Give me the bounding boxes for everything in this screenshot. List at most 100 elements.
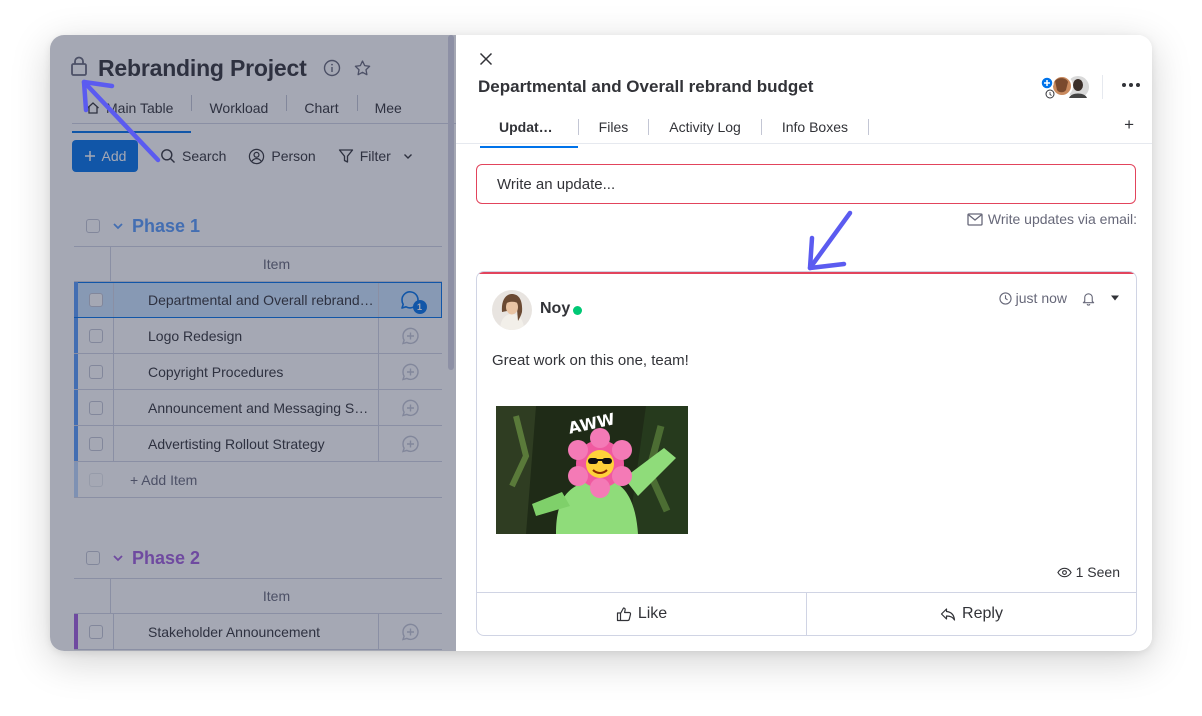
plus-icon bbox=[84, 150, 96, 162]
row-checkbox-cell bbox=[78, 390, 114, 425]
table-header: Item bbox=[74, 578, 442, 614]
tab-main-table[interactable]: Main Table bbox=[72, 93, 192, 133]
table-row[interactable]: Logo Redesign bbox=[74, 318, 442, 354]
item-name[interactable]: Stakeholder Announcement bbox=[114, 614, 378, 649]
like-button[interactable]: Like bbox=[477, 593, 806, 635]
item-name[interactable]: Announcement and Messaging S… bbox=[114, 390, 378, 425]
update-cell[interactable] bbox=[378, 354, 442, 389]
group-name[interactable]: Phase 2 bbox=[132, 548, 200, 569]
chevron-down-icon[interactable] bbox=[112, 552, 124, 564]
group-name[interactable]: Phase 1 bbox=[132, 216, 200, 237]
reply-button[interactable]: Reply bbox=[806, 593, 1136, 635]
update-post: Noy just now Great work on this one, tea… bbox=[476, 271, 1137, 636]
row-checkbox-cell bbox=[78, 282, 114, 317]
post-time: just now bbox=[1015, 290, 1067, 306]
add-item-row[interactable]: + Add Item bbox=[74, 462, 442, 498]
row-checkbox-cell bbox=[78, 426, 114, 461]
post-gif-image[interactable]: AWW bbox=[496, 406, 688, 534]
update-count-badge: 1 bbox=[412, 299, 427, 314]
subscribers-avatars[interactable] bbox=[1038, 73, 1094, 101]
update-cell[interactable] bbox=[378, 614, 442, 649]
more-options-icon[interactable] bbox=[1122, 83, 1140, 87]
search-icon bbox=[160, 148, 176, 164]
item-name[interactable]: Advertisting Rollout Strategy bbox=[114, 426, 378, 461]
row-checkbox-cell bbox=[78, 318, 114, 353]
row-checkbox-cell bbox=[78, 614, 114, 649]
board-toolbar: Add Search Person Filter bbox=[72, 140, 413, 172]
board-view: Rebranding Project Main Table Workload C… bbox=[50, 35, 456, 651]
chevron-down-icon[interactable] bbox=[112, 220, 124, 232]
star-icon[interactable] bbox=[353, 59, 372, 78]
add-label: Add bbox=[101, 148, 127, 164]
column-header-item[interactable]: Item bbox=[110, 247, 442, 281]
add-update-icon bbox=[400, 398, 422, 418]
filter-label: Filter bbox=[359, 148, 391, 164]
group-color-bar bbox=[74, 282, 78, 317]
avatar[interactable] bbox=[492, 290, 532, 330]
group-checkbox[interactable] bbox=[86, 219, 100, 233]
update-cell[interactable]: 1 bbox=[378, 282, 442, 317]
scrollbar-thumb[interactable] bbox=[448, 35, 454, 370]
add-tab-button[interactable]: + bbox=[1124, 115, 1134, 135]
close-icon[interactable] bbox=[478, 51, 494, 72]
clock-icon bbox=[999, 291, 1012, 305]
write-update-placeholder: Write an update... bbox=[497, 175, 616, 193]
item-name[interactable]: Logo Redesign bbox=[114, 318, 378, 353]
update-cell[interactable] bbox=[378, 318, 442, 353]
post-meta: just now bbox=[999, 290, 1120, 306]
reply-label: Reply bbox=[962, 605, 1003, 622]
update-cell[interactable] bbox=[378, 426, 442, 461]
add-update-icon bbox=[400, 434, 422, 454]
row-checkbox[interactable] bbox=[88, 436, 103, 451]
tab-meetings[interactable]: Mee bbox=[356, 93, 420, 123]
item-name[interactable]: Departmental and Overall rebrand… bbox=[114, 282, 378, 317]
tab-activity-log[interactable]: Activity Log bbox=[649, 117, 761, 137]
table-row[interactable]: Stakeholder Announcement bbox=[74, 614, 442, 650]
tab-updates[interactable]: Updat… bbox=[480, 117, 578, 148]
row-checkbox[interactable] bbox=[88, 400, 103, 415]
write-update-input[interactable]: Write an update... bbox=[476, 164, 1136, 204]
panel-title[interactable]: Departmental and Overall rebrand budget bbox=[478, 77, 813, 97]
update-cell[interactable] bbox=[378, 390, 442, 425]
board-divider bbox=[72, 123, 456, 124]
tab-workload[interactable]: Workload bbox=[191, 93, 286, 123]
filter-icon bbox=[338, 148, 354, 164]
column-header-item[interactable]: Item bbox=[110, 579, 442, 613]
bell-icon[interactable] bbox=[1081, 291, 1096, 306]
row-checkbox[interactable] bbox=[88, 364, 103, 379]
row-checkbox[interactable] bbox=[88, 624, 103, 639]
table-row[interactable]: Copyright Procedures bbox=[74, 354, 442, 390]
row-checkbox[interactable] bbox=[88, 292, 103, 307]
table-row[interactable]: Advertisting Rollout Strategy bbox=[74, 426, 442, 462]
tab-files[interactable]: Files bbox=[579, 117, 649, 137]
info-icon[interactable] bbox=[323, 59, 341, 77]
group-color-bar bbox=[74, 426, 78, 461]
group-header-phase-1[interactable]: Phase 1 bbox=[86, 214, 200, 238]
email-updates-link[interactable]: Write updates via email: bbox=[967, 211, 1137, 227]
person-filter-button[interactable]: Person bbox=[248, 148, 316, 165]
caret-down-icon[interactable] bbox=[1110, 294, 1120, 302]
row-checkbox-cell bbox=[78, 354, 114, 389]
table-row[interactable]: Announcement and Messaging S… bbox=[74, 390, 442, 426]
tab-chart[interactable]: Chart bbox=[286, 93, 356, 123]
search-button[interactable]: Search bbox=[160, 148, 226, 164]
add-button[interactable]: Add bbox=[72, 140, 138, 172]
lock-icon bbox=[70, 56, 88, 81]
row-checkbox[interactable] bbox=[88, 328, 103, 343]
app-window: Rebranding Project Main Table Workload C… bbox=[50, 35, 1152, 651]
tab-info-boxes[interactable]: Info Boxes bbox=[762, 117, 868, 137]
person-icon bbox=[248, 148, 265, 165]
add-item-input[interactable]: + Add Item bbox=[114, 462, 442, 497]
chat-bubble-icon: 1 bbox=[399, 289, 427, 314]
group-checkbox[interactable] bbox=[86, 551, 100, 565]
author-name[interactable]: Noy bbox=[540, 300, 570, 318]
plus-icon: + bbox=[1124, 115, 1134, 134]
row-checkbox-cell bbox=[78, 462, 114, 497]
group-header-phase-2[interactable]: Phase 2 bbox=[86, 546, 200, 570]
add-update-icon bbox=[400, 362, 422, 382]
item-name[interactable]: Copyright Procedures bbox=[114, 354, 378, 389]
filter-button[interactable]: Filter bbox=[338, 148, 413, 164]
table-row[interactable]: Departmental and Overall rebrand… 1 bbox=[74, 282, 442, 318]
board-scrollbar[interactable] bbox=[446, 35, 456, 651]
seen-indicator[interactable]: 1 Seen bbox=[1056, 564, 1120, 580]
